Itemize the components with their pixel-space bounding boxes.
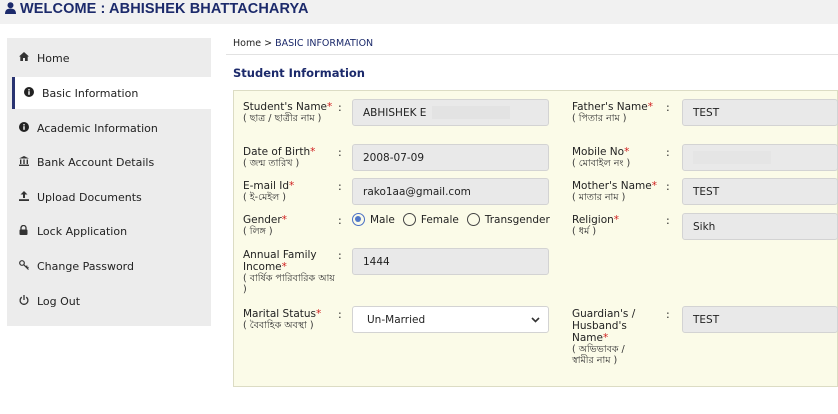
sidebar-item-upload-documents[interactable]: Upload Documents — [7, 181, 211, 213]
page-title: Student Information — [233, 66, 365, 80]
colon: : — [666, 214, 670, 227]
sidebar-item-lock-application[interactable]: Lock Application — [7, 215, 211, 247]
colon: : — [666, 101, 670, 114]
dob-label: Date of Birth* ( জন্ম তারিখ ) — [243, 146, 316, 169]
masked-text — [432, 106, 511, 119]
colon: : — [338, 214, 342, 227]
email-label: E-mail Id* ( ই-মেইল ) — [243, 180, 295, 203]
gender-option-female[interactable]: Female — [402, 213, 459, 226]
sidebar-item-basic-information[interactable]: Basic Information — [12, 77, 211, 109]
colon: : — [338, 146, 342, 159]
radio-icon[interactable] — [402, 213, 416, 226]
breadcrumb-divider — [226, 54, 838, 55]
colon: : — [338, 101, 342, 114]
radio-icon[interactable] — [466, 213, 480, 226]
colon: : — [666, 180, 670, 193]
gender-radio-group: Male Female Transgender — [352, 213, 558, 226]
sidebar-item-bank-account-details[interactable]: Bank Account Details — [7, 146, 211, 178]
user-icon — [5, 2, 16, 14]
welcome-title: WELCOME : ABHISHEK BHATTACHARYA — [5, 1, 309, 17]
guardian-name-label: Guardian's / Husband's Name* ( অভিভাবক /… — [572, 308, 636, 366]
welcome-text: WELCOME : ABHISHEK BHATTACHARYA — [20, 1, 309, 17]
email-field[interactable]: rako1aa@gmail.com — [352, 178, 549, 205]
upload-icon — [19, 190, 33, 204]
mother-name-field[interactable]: TEST — [682, 178, 838, 205]
breadcrumb-separator: > — [261, 38, 276, 49]
breadcrumb-home[interactable]: Home — [233, 38, 261, 49]
religion-label: Religion* ( ধর্ম ) — [572, 214, 620, 237]
religion-field[interactable]: Sikh — [682, 213, 838, 240]
breadcrumb: Home > BASIC INFORMATION — [233, 38, 373, 49]
guardian-name-field[interactable]: TEST — [682, 306, 838, 333]
chevron-down-icon — [531, 314, 540, 326]
sidebar-item-home[interactable]: Home — [7, 42, 211, 74]
key-icon — [19, 259, 33, 273]
colon: : — [338, 180, 342, 193]
marital-status-select[interactable]: Un-Married — [352, 306, 549, 333]
breadcrumb-current: BASIC INFORMATION — [275, 38, 374, 49]
colon: : — [666, 146, 670, 159]
sidebar-item-change-password[interactable]: Change Password — [7, 250, 211, 282]
mobile-field[interactable] — [682, 144, 838, 171]
student-name-field[interactable]: ABHISHEK E — [352, 99, 549, 126]
mother-name-label: Mother's Name* ( মাতার নাম ) — [572, 180, 657, 203]
gender-option-male[interactable]: Male — [352, 213, 395, 226]
marital-status-label: Marital Status* ( বৈবাহিক অবস্থা ) — [243, 308, 322, 331]
student-name-label: Student's Name* ( ছাত্র / ছাত্রীর নাম ) — [243, 101, 333, 124]
colon: : — [338, 308, 342, 321]
dob-field[interactable]: 2008-07-09 — [352, 144, 549, 171]
income-label: Annual Family Income* ( বার্ষিক পারিবারি… — [243, 249, 335, 295]
bank-icon — [19, 155, 33, 169]
father-name-field[interactable]: TEST — [682, 99, 838, 126]
gender-label: Gender* ( লিঙ্গ ) — [243, 214, 287, 237]
info-icon — [19, 121, 33, 135]
info-icon — [24, 86, 38, 100]
father-name-label: Father's Name* ( পিতার নাম ) — [572, 101, 653, 124]
sidebar-item-log-out[interactable]: Log Out — [7, 285, 211, 317]
radio-checked-icon[interactable] — [352, 213, 365, 226]
income-field[interactable]: 1444 — [352, 248, 549, 275]
gender-option-transgender[interactable]: Transgender — [466, 213, 550, 226]
home-icon — [19, 52, 33, 64]
mobile-label: Mobile No* ( মোবাইল নং ) — [572, 146, 631, 169]
sidebar: Home Basic Information Academic Informat… — [7, 38, 211, 326]
colon: : — [338, 249, 342, 262]
lock-icon — [19, 224, 33, 238]
colon: : — [666, 308, 670, 321]
masked-text — [693, 151, 771, 164]
sidebar-item-academic-information[interactable]: Academic Information — [7, 112, 211, 144]
power-icon — [19, 294, 33, 308]
